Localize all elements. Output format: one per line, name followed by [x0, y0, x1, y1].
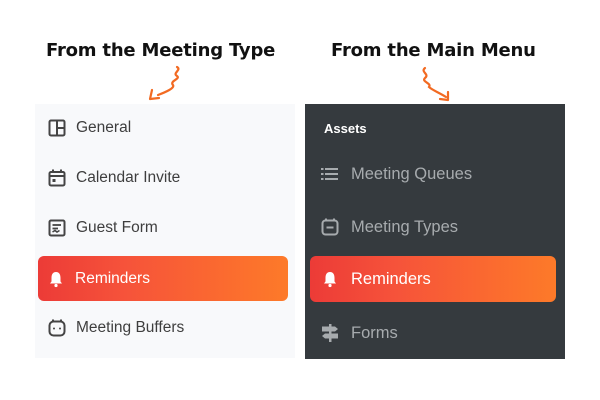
sidebar-item-label: Meeting Buffers [76, 319, 185, 336]
sidebar-item-label: Calendar Invite [76, 169, 181, 186]
main-menu-sidebar: Assets Meeting Queues Meeting Types Remi… [305, 104, 565, 359]
buffer-clock-icon [47, 318, 67, 338]
sidebar-item-label: Guest Form [76, 219, 158, 236]
heading-meeting-type: From the Meeting Type [46, 40, 276, 61]
bell-icon [46, 269, 66, 289]
signpost-icon [320, 323, 340, 343]
form-icon [47, 218, 67, 238]
heading-main-menu: From the Main Menu [331, 40, 536, 61]
squiggle-arrow-icon [148, 65, 180, 101]
squiggle-arrow-icon [422, 66, 450, 102]
bell-icon [320, 269, 340, 289]
layout-icon [47, 118, 67, 138]
meeting-type-sidebar: General Calendar Invite Guest Form Remin… [35, 104, 295, 358]
meeting-type-icon [320, 217, 340, 237]
sidebar-item-meeting-types[interactable]: Meeting Types [310, 205, 556, 249]
calendar-icon [47, 168, 67, 188]
sidebar-item-meeting-buffers[interactable]: Meeting Buffers [39, 306, 289, 350]
sidebar-item-meeting-queues[interactable]: Meeting Queues [310, 152, 556, 196]
sidebar-item-reminders[interactable]: Reminders [310, 256, 556, 302]
list-icon [320, 164, 340, 184]
sidebar-item-label: Meeting Types [351, 217, 459, 236]
sidebar-item-label: Forms [351, 323, 398, 342]
sidebar-item-label: Meeting Queues [351, 164, 473, 183]
sidebar-item-general[interactable]: General [39, 106, 289, 150]
sidebar-item-label: Reminders [351, 269, 431, 288]
section-label-assets: Assets [324, 121, 367, 136]
sidebar-item-forms[interactable]: Forms [310, 311, 556, 355]
sidebar-item-label: Reminders [75, 269, 150, 287]
sidebar-item-reminders[interactable]: Reminders [38, 256, 288, 301]
sidebar-item-label: General [76, 119, 132, 136]
sidebar-item-guest-form[interactable]: Guest Form [39, 206, 289, 250]
sidebar-item-calendar-invite[interactable]: Calendar Invite [39, 156, 289, 200]
